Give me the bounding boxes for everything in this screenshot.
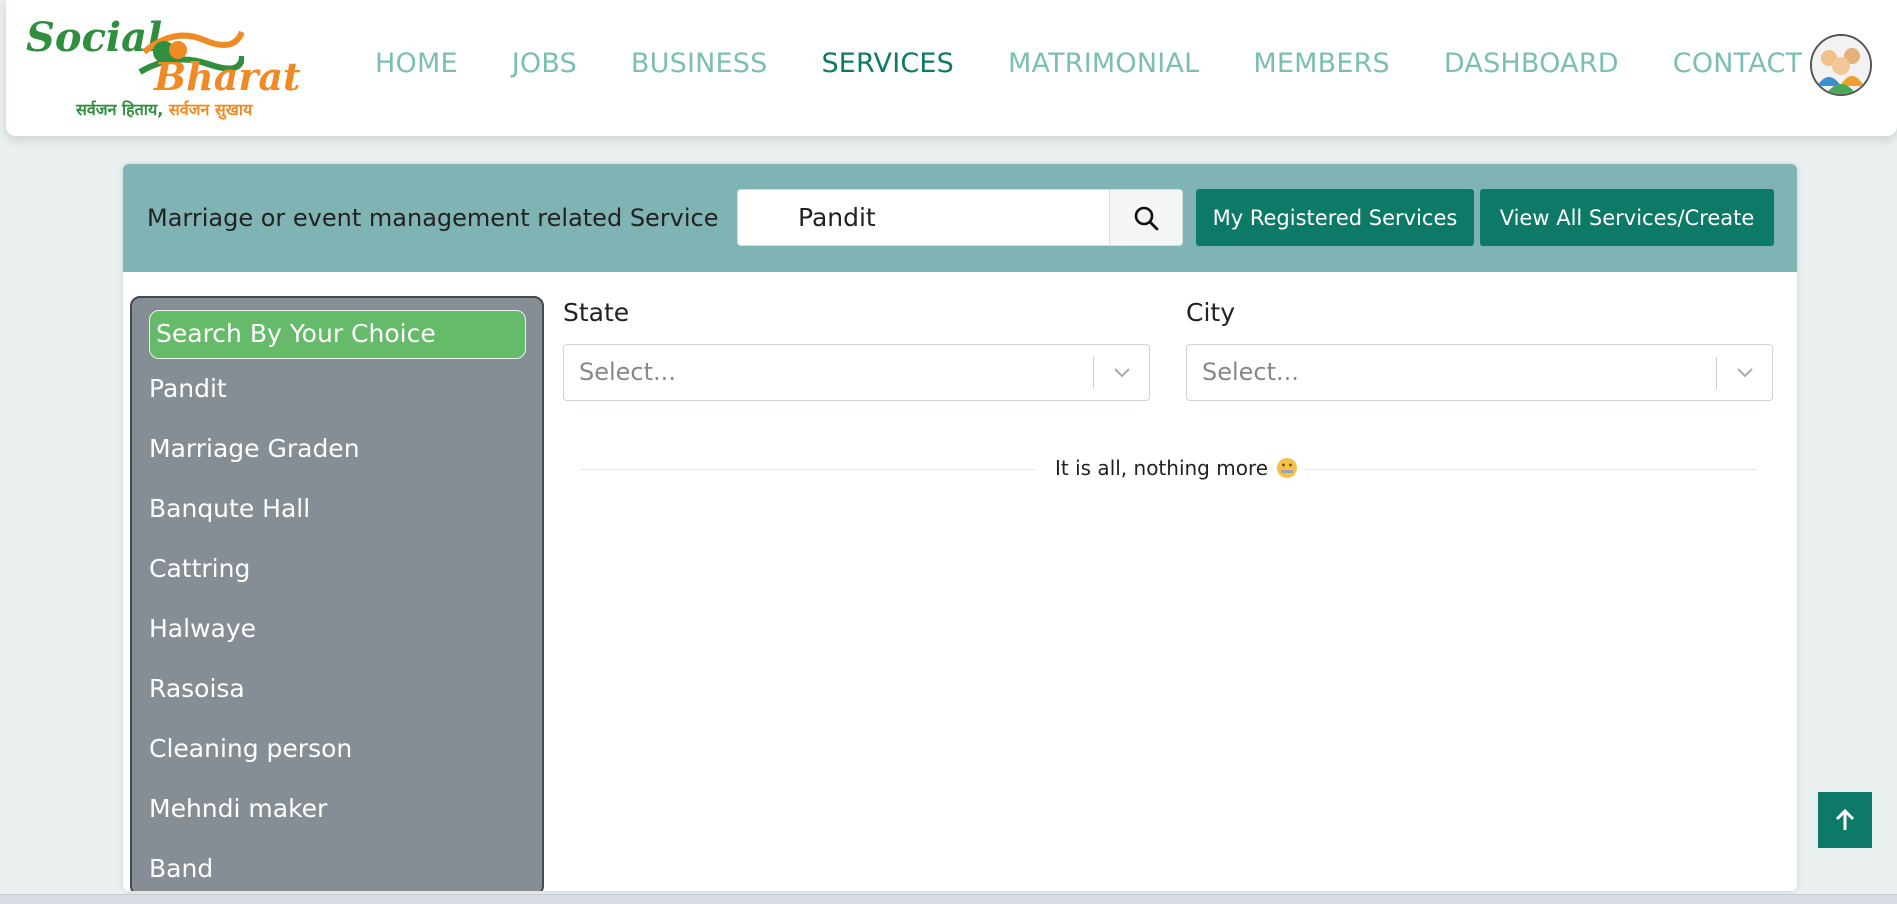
- search-icon: [1134, 206, 1159, 230]
- divider-right: [1304, 469, 1757, 470]
- user-avatar[interactable]: [1810, 34, 1872, 96]
- category-item-mehndi-maker[interactable]: Mehndi maker: [149, 794, 360, 854]
- city-label: City: [1186, 298, 1235, 327]
- services-title: Marriage or event management related Ser…: [147, 204, 719, 232]
- zipper-mouth-face-icon: [1277, 458, 1298, 478]
- nav-home[interactable]: HOME: [375, 48, 458, 79]
- state-label: State: [563, 298, 630, 327]
- category-item-catering[interactable]: Cattring: [149, 554, 360, 614]
- select-separator: [1716, 357, 1717, 389]
- nav-contact[interactable]: CONTACT: [1673, 48, 1802, 79]
- category-list: Pandit Marriage Graden Banqute Hall Catt…: [149, 374, 360, 891]
- category-item-marriage-garden[interactable]: Marriage Graden: [149, 434, 360, 494]
- sidebar-heading: Search By Your Choice: [149, 310, 526, 359]
- divider-left: [580, 469, 1035, 470]
- services-header-band: Marriage or event management related Ser…: [123, 164, 1797, 272]
- nav-members[interactable]: MEMBERS: [1253, 48, 1390, 79]
- category-item-rasoisa[interactable]: Rasoisa: [149, 674, 360, 734]
- select-separator: [1093, 357, 1094, 389]
- view-all-services-button[interactable]: View All Services/Create: [1480, 189, 1774, 246]
- end-message: It is all, nothing more: [1055, 456, 1298, 480]
- end-of-results: It is all, nothing more: [580, 454, 1757, 484]
- state-placeholder: Select...: [579, 358, 676, 386]
- category-sidebar: Search By Your Choice Pandit Marriage Gr…: [130, 296, 544, 891]
- my-registered-services-button[interactable]: My Registered Services: [1196, 189, 1474, 246]
- user-group-icon: [1812, 36, 1870, 94]
- chevron-down-icon[interactable]: [1734, 361, 1756, 383]
- state-select[interactable]: Select...: [563, 344, 1150, 401]
- category-item-pandit[interactable]: Pandit: [149, 374, 360, 434]
- city-placeholder: Select...: [1202, 358, 1299, 386]
- chevron-down-icon[interactable]: [1111, 361, 1133, 383]
- city-select[interactable]: Select...: [1186, 344, 1773, 401]
- service-search: [737, 189, 1183, 246]
- social-bharat-logo[interactable]: Social Bharat सर्वजन हिताय, सर्वजन सुखाय: [26, 10, 326, 120]
- service-search-input[interactable]: [738, 190, 1110, 245]
- site-header: Social Bharat सर्वजन हिताय, सर्वजन सुखाय…: [6, 0, 1897, 136]
- nav-services[interactable]: SERVICES: [821, 48, 954, 79]
- logo-tagline: सर्वजन हिताय, सर्वजन सुखाय: [76, 100, 253, 119]
- category-item-banquet-hall[interactable]: Banqute Hall: [149, 494, 360, 554]
- nav-business[interactable]: BUSINESS: [631, 48, 768, 79]
- main-nav: HOME JOBS BUSINESS SERVICES MATRIMONIAL …: [375, 48, 1856, 79]
- category-item-cleaning-person[interactable]: Cleaning person: [149, 734, 360, 794]
- services-card: Marriage or event management related Ser…: [123, 164, 1797, 891]
- nav-matrimonial[interactable]: MATRIMONIAL: [1008, 48, 1199, 79]
- search-button[interactable]: [1109, 190, 1182, 245]
- logo-text-bharat: Bharat: [154, 54, 301, 99]
- category-item-band[interactable]: Band: [149, 854, 360, 891]
- arrow-up-icon: [1835, 808, 1855, 830]
- window-bottom-edge: [0, 894, 1897, 904]
- scroll-to-top-button[interactable]: [1818, 792, 1872, 848]
- category-item-halwaye[interactable]: Halwaye: [149, 614, 360, 674]
- nav-dashboard[interactable]: DASHBOARD: [1444, 48, 1619, 79]
- nav-jobs[interactable]: JOBS: [512, 48, 577, 79]
